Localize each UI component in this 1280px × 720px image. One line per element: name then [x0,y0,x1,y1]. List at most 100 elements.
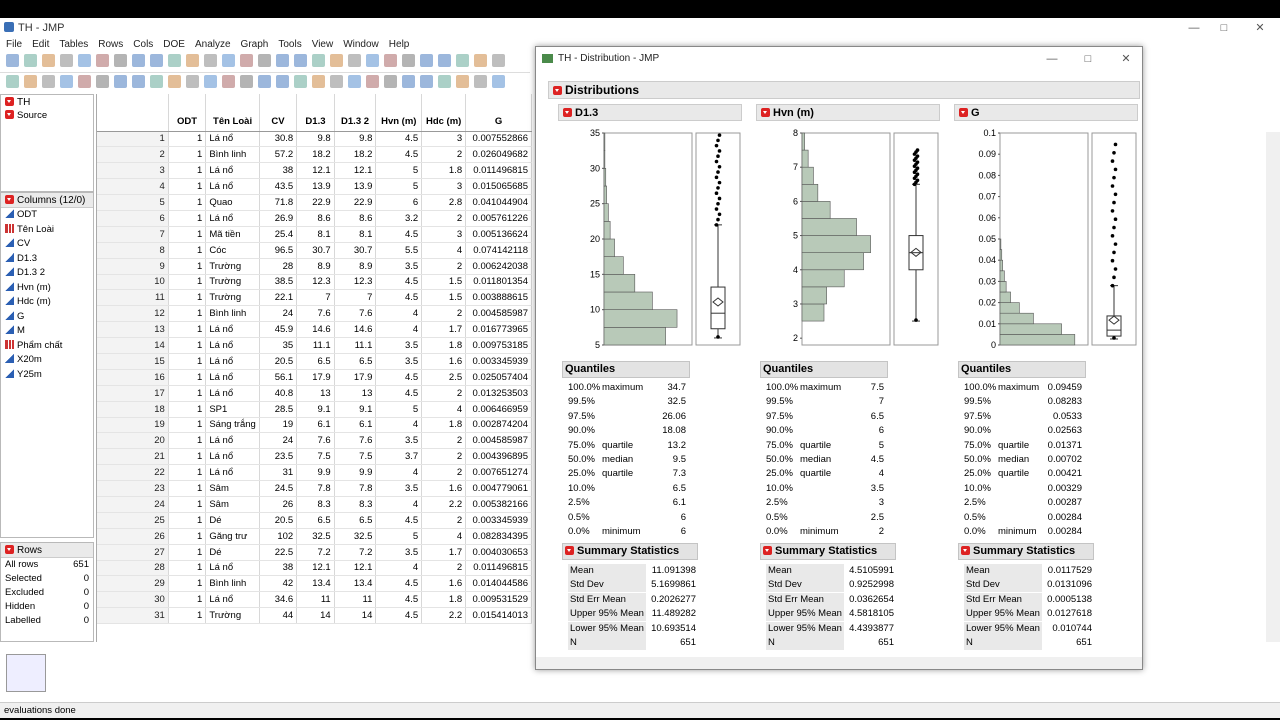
table-cell[interactable]: Sâm [205,496,260,513]
table-cell[interactable]: 1 [168,401,207,418]
table-cell[interactable]: 20.5 [259,353,298,370]
table-cell[interactable]: 11 [296,591,335,609]
row-number[interactable]: 5 [97,194,169,211]
quantiles-header[interactable]: Quantiles [760,361,888,378]
table-row[interactable]: 17 1 Lá nổ 40.8 13 13 4.5 2 0.013253503 [97,385,532,402]
table-cell[interactable]: 0.003888615 [465,289,532,307]
table-cell[interactable]: 0.005761226 [465,210,532,227]
table-cell[interactable]: 24.5 [259,480,298,497]
toolbar-button-icon[interactable] [24,75,37,88]
table-cell[interactable]: 7.2 [296,544,335,561]
table-cell[interactable]: Quao [205,194,260,211]
column-item[interactable]: ODT [1,208,93,223]
row-number[interactable]: 12 [97,305,169,323]
table-cell[interactable]: 1 [168,274,207,291]
table-cell[interactable]: 1.6 [421,353,467,370]
table-cell[interactable]: Lá nổ [205,321,260,339]
table-cell[interactable]: 1 [168,194,207,211]
toolbar-button-icon[interactable] [384,54,397,67]
table-row[interactable]: 23 1 Sâm 24.5 7.8 7.8 3.5 1.6 0.004779061 [97,480,532,497]
menu-window[interactable]: Window [343,39,379,50]
table-cell[interactable]: 35 [259,337,298,354]
table-cell[interactable]: 1 [168,131,207,148]
table-cell[interactable]: 0.004585987 [465,305,532,323]
table-row[interactable]: 25 1 Dé 20.5 6.5 6.5 4.5 2 0.003345939 [97,512,532,529]
table-cell[interactable]: 0.082834395 [465,528,532,545]
table-cell[interactable]: 13.9 [334,178,377,196]
table-row[interactable]: 11 1 Trường 22.1 7 7 4.5 1.5 0.003888615 [97,289,532,307]
table-cell[interactable]: 4 [375,305,423,323]
table-cell[interactable]: 2 [421,512,467,529]
table-row[interactable]: 10 1 Trường 38.5 12.3 12.3 4.5 1.5 0.011801354 [97,274,532,291]
table-cell[interactable]: 7.8 [296,480,335,497]
menu-help[interactable]: Help [389,39,410,50]
table-cell[interactable]: 4 [375,496,423,513]
table-cell[interactable]: 1 [168,178,207,196]
table-cell[interactable]: 3 [421,226,467,243]
table-cell[interactable]: 8.6 [334,210,377,227]
table-cell[interactable]: Bình linh [205,305,260,323]
table-cell[interactable]: 28.5 [259,401,298,418]
table-cell[interactable]: Cóc [205,242,260,259]
table-cell[interactable]: 4 [375,321,423,339]
column-item[interactable]: Phẩm chất [1,339,93,354]
table-cell[interactable]: 1 [168,337,207,354]
table-cell[interactable]: 1 [168,512,207,529]
table-cell[interactable]: 7.6 [334,305,377,323]
table-cell[interactable]: 7.5 [334,448,377,466]
table-cell[interactable]: 4 [375,417,423,434]
column-header[interactable]: Hdc (m) [421,94,467,132]
table-cell[interactable]: 1.8 [421,162,467,180]
table-row[interactable]: 18 1 SP1 28.5 9.1 9.1 5 4 0.006466959 [97,401,532,418]
table-cell[interactable]: 0.004030653 [465,544,532,561]
table-cell[interactable]: 24 [259,305,298,323]
table-cell[interactable]: Dé [205,512,260,529]
table-cell[interactable]: 1 [168,432,207,450]
table-cell[interactable]: 7.2 [334,544,377,561]
table-cell[interactable]: 102 [259,528,298,545]
variable-header[interactable]: G [954,104,1138,121]
table-row[interactable]: 24 1 Sâm 26 8.3 8.3 4 2.2 0.005382166 [97,496,532,513]
table-cell[interactable]: 1 [168,146,207,164]
toolbar-button-icon[interactable] [186,54,199,67]
table-cell[interactable]: 23.5 [259,448,298,466]
table-cell[interactable]: Sâm [205,480,260,497]
table-cell[interactable]: 1 [168,385,207,402]
toolbar-button-icon[interactable] [132,75,145,88]
toolbar-button-icon[interactable] [186,75,199,88]
table-cell[interactable]: 4.5 [375,131,423,148]
red-triangle-icon[interactable] [5,97,14,106]
table-cell[interactable]: 18.2 [296,146,335,164]
table-cell[interactable]: 18.2 [334,146,377,164]
toolbar-button-icon[interactable] [258,75,271,88]
table-cell[interactable]: 1 [168,226,207,243]
row-number[interactable]: 21 [97,448,169,466]
summary-statistics-header[interactable]: Summary Statistics [958,543,1094,560]
table-cell[interactable]: Lá nổ [205,131,260,148]
column-item[interactable]: D1.3 2 [1,266,93,281]
table-cell[interactable]: 0.011496815 [465,162,532,180]
menu-edit[interactable]: Edit [32,39,49,50]
table-row[interactable]: 19 1 Sáng trắng 19 6.1 6.1 4 1.8 0.002874204 [97,417,532,434]
table-cell[interactable]: 2 [421,448,467,466]
table-cell[interactable]: 0.006466959 [465,401,532,418]
table-cell[interactable]: SP1 [205,401,260,418]
distributions-header[interactable]: Distributions [548,81,1140,99]
column-header[interactable]: Tên Loài [205,94,260,132]
variable-header[interactable]: D1.3 [558,104,742,121]
red-triangle-icon[interactable] [763,546,772,555]
rows-header[interactable]: Rows [1,543,93,558]
toolbar-button-icon[interactable] [438,54,451,67]
table-cell[interactable]: 2.2 [421,496,467,513]
table-cell[interactable]: 1 [168,591,207,609]
toolbar-button-icon[interactable] [366,54,379,67]
row-number[interactable]: 13 [97,321,169,339]
toolbar-button-icon[interactable] [60,54,73,67]
red-triangle-icon[interactable] [565,546,574,555]
report-thumbnail[interactable] [6,654,46,692]
table-cell[interactable]: 4 [421,528,467,545]
table-cell[interactable]: 1.6 [421,480,467,497]
row-number[interactable]: 18 [97,401,169,418]
table-cell[interactable]: 43.5 [259,178,298,196]
table-cell[interactable]: 6 [375,194,423,211]
